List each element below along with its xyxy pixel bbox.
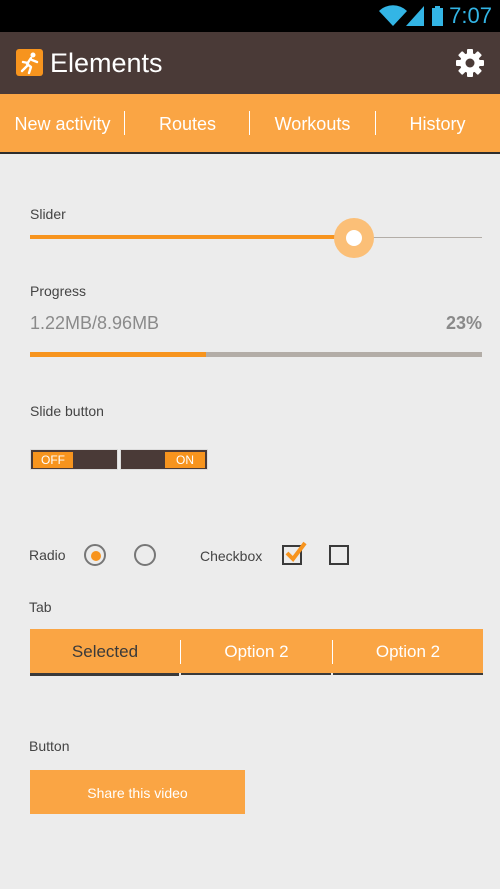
segment-selected[interactable]: Selected	[30, 629, 180, 673]
tab-history[interactable]: History	[375, 94, 500, 152]
off-switch[interactable]: OFF	[30, 449, 118, 470]
button-label: Button	[29, 738, 70, 754]
tabs-underline	[0, 152, 500, 154]
slider-label: Slider	[30, 206, 66, 222]
status-bar: 7:07	[0, 0, 500, 32]
switch-thumb-off: OFF	[33, 452, 73, 468]
checkbox-label: Checkbox	[200, 548, 263, 564]
tab-new-activity[interactable]: New activity	[0, 94, 125, 152]
tab-workouts[interactable]: Workouts	[250, 94, 375, 152]
progress-percent: 23%	[445, 313, 482, 333]
gear-icon[interactable]	[455, 48, 485, 78]
progress-size-text: 1.22MB/8.96MB	[30, 313, 160, 333]
tab-routes[interactable]: Routes	[125, 94, 250, 152]
segment-option-3[interactable]: Option 2	[333, 629, 483, 673]
status-time: 7:07	[449, 3, 492, 28]
signal-icon	[406, 6, 424, 26]
share-video-button[interactable]: Share this video	[30, 770, 245, 814]
segment-selected-indicator	[30, 673, 179, 676]
segmented-tabs: Selected Option 2 Option 2	[30, 629, 483, 673]
radio-dot	[91, 551, 101, 561]
radio-button-unselected[interactable]	[134, 544, 156, 566]
slider-knob[interactable]	[346, 230, 362, 246]
checkbox-checked[interactable]	[282, 541, 307, 565]
progress-bar	[30, 352, 482, 357]
radio-button-selected[interactable]	[84, 544, 106, 566]
slider-handle[interactable]	[334, 218, 374, 258]
progress-bar-fill	[30, 352, 207, 357]
wifi-icon	[379, 5, 407, 27]
radio-label: Radio	[29, 547, 66, 563]
segment-underline	[333, 673, 483, 675]
running-person-icon[interactable]	[16, 49, 43, 76]
check-icon	[285, 541, 307, 563]
switch-thumb-on: ON	[165, 452, 205, 468]
main-tabs: New activity Routes Workouts History	[0, 94, 500, 152]
progress-label: Progress	[30, 283, 87, 299]
on-switch[interactable]: ON	[120, 449, 208, 470]
segment-underline	[181, 673, 331, 675]
slide-button-label: Slide button	[30, 403, 104, 419]
app-title: Elements	[50, 48, 163, 78]
slider-fill	[30, 235, 354, 239]
checkbox-unchecked[interactable]	[329, 545, 349, 565]
segment-option-2[interactable]: Option 2	[181, 629, 332, 673]
action-bar: Elements	[0, 32, 500, 94]
battery-icon	[432, 6, 443, 26]
tab-control-label: Tab	[29, 599, 52, 615]
